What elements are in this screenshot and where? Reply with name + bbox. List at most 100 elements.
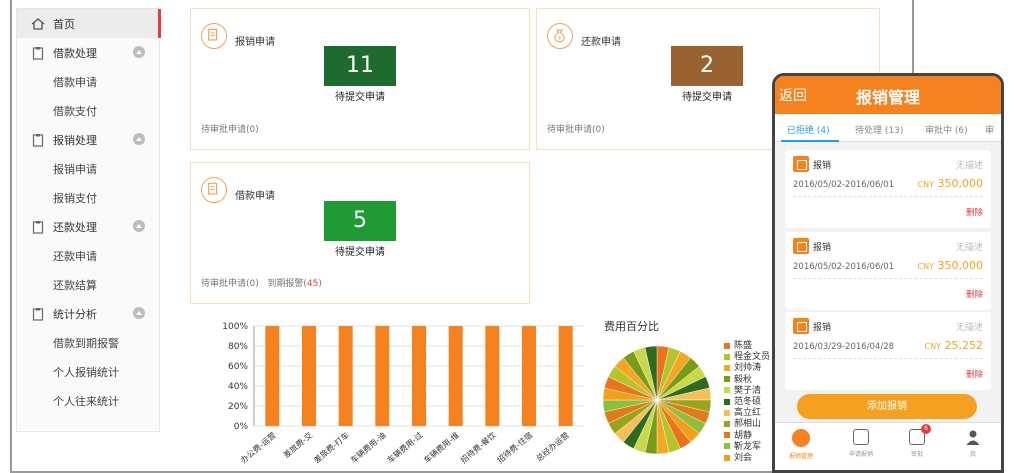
legend-swatch (724, 409, 730, 416)
card-title: 还款申请 (581, 37, 621, 48)
bar[interactable] (558, 326, 573, 426)
sidebar-item-loan-apply[interactable]: 借款申请 (17, 67, 159, 96)
delete-button[interactable]: 删除 (966, 368, 983, 380)
sidebar-group-repay[interactable]: 还款处理 (17, 212, 159, 241)
item-type: 报销 (813, 323, 832, 333)
sidebar-group-label: 借款处理 (53, 46, 97, 60)
reimburse-count-label: 待提交申请 (335, 92, 385, 103)
clipboard-icon (32, 220, 44, 234)
approve-icon: 6 (909, 424, 931, 445)
list-item[interactable]: 报销 无描述 2016/05/02-2016/06/01 CNY 350,000… (785, 232, 991, 310)
sidebar-item-repay-settle[interactable]: 还款结算 (17, 270, 159, 299)
due-alert-prefix: 到期报警( (267, 279, 307, 289)
list-item[interactable]: 报销 无描述 2016/03/29-2016/04/28 CNY 25,252 … (785, 312, 991, 390)
pie-chart-title: 费用百分比 (604, 320, 659, 333)
item-date: 2016/03/29-2016/04/28 (793, 342, 895, 352)
x-tick-label: 办公费-运营 (238, 430, 277, 465)
item-date: 2016/05/02-2016/06/01 (793, 262, 895, 272)
loan-pending[interactable]: 待审批申请(0) (201, 279, 259, 289)
x-tick-label: 车辆费用-维 (422, 430, 461, 465)
reimburse-card: 报销申请 11 待提交申请 待审批申请(0) (190, 8, 530, 150)
money-bag-icon: $ (547, 23, 573, 49)
clipboard-icon (32, 307, 44, 321)
sidebar-item-reimburse-apply[interactable]: 报销申请 (17, 154, 159, 183)
reimburse-pending[interactable]: 待审批申请(0) (201, 122, 259, 135)
nav-badge: 6 (921, 424, 931, 434)
due-alert-count: 45 (306, 279, 319, 289)
y-tick-label: 0% (234, 422, 249, 432)
collapse-icon[interactable] (133, 220, 145, 232)
loan-card: 借款申请 5 待提交申请 待审批申请(0) 到期报警(45) (190, 162, 530, 304)
loan-count[interactable]: 5 (324, 201, 396, 241)
repay-count[interactable]: 2 (671, 46, 743, 86)
tab-more[interactable]: 审 (985, 123, 994, 136)
sidebar-home-label: 首页 (53, 17, 75, 31)
x-tick-label: 总经办运营 (534, 430, 571, 463)
sidebar-group-label: 统计分析 (53, 307, 97, 321)
item-amount-value: 350,000 (937, 177, 984, 190)
item-desc: 无描述 (955, 161, 983, 171)
nav-apply[interactable]: 申请报销 (841, 429, 881, 458)
nav-me[interactable]: 我 (953, 429, 993, 458)
bar[interactable] (485, 326, 500, 426)
item-currency: CNY (917, 180, 934, 189)
collapse-icon[interactable] (133, 133, 145, 145)
bar[interactable] (375, 326, 390, 426)
document-icon (793, 156, 809, 172)
loan-due-alert[interactable]: 到期报警(45) (267, 279, 321, 289)
mobile-header: 返回 报销管理 (775, 76, 1001, 114)
sidebar-item-personal-reimburse-stats[interactable]: 个人报销统计 (17, 357, 159, 386)
collapse-icon[interactable] (133, 307, 145, 319)
bar[interactable] (412, 326, 426, 426)
active-tab-underline (781, 140, 839, 142)
legend-swatch (724, 420, 730, 427)
sidebar-item-loan-due-alert[interactable]: 借款到期报警 (17, 328, 159, 357)
delete-button[interactable]: 删除 (966, 288, 983, 300)
y-tick-label: 80% (228, 342, 248, 352)
item-amount: CNY 350,000 (918, 177, 983, 190)
item-amount: CNY 25,252 (925, 339, 983, 352)
mobile-app: 返回 报销管理 已拒绝 (4) 待处理 (13) 审批中 (6) 审 报销 无描… (772, 73, 1004, 473)
sidebar: 首页 借款处理 借款申请 借款支付 报销处理 报销申请 报销支付 还款处理 还款… (16, 8, 161, 432)
y-tick-label: 60% (228, 362, 248, 372)
x-tick-label: 车辆费用-过 (385, 430, 424, 465)
reimburse-manage-icon (792, 429, 810, 447)
legend-swatch (724, 342, 730, 349)
bar[interactable] (448, 326, 463, 426)
add-reimburse-button[interactable]: 添加报销 (797, 394, 977, 419)
x-tick-label: 差旅费-打车 (312, 430, 351, 465)
bar[interactable] (265, 326, 280, 426)
form-icon (853, 429, 869, 445)
bar[interactable] (522, 326, 536, 426)
tab-in-review[interactable]: 审批中 (6) (925, 123, 968, 136)
item-amount: CNY 350,000 (918, 259, 983, 272)
sidebar-item-repay-apply[interactable]: 还款申请 (17, 241, 159, 270)
tab-rejected[interactable]: 已拒绝 (4) (787, 123, 830, 136)
sidebar-item-home[interactable]: 首页 (17, 9, 161, 38)
collapse-icon[interactable] (133, 46, 145, 58)
bar-chart: 0%20%40%60%80%100%办公费-运营 差旅费-交差旅费-打车车辆费用-… (222, 322, 584, 465)
repay-count-label: 待提交申请 (682, 92, 732, 103)
user-icon (966, 430, 980, 445)
document-icon (793, 238, 809, 254)
sidebar-group-reimburse[interactable]: 报销处理 (17, 125, 159, 154)
nav-label: 申请报销 (848, 451, 873, 458)
nav-label: 我 (969, 451, 976, 458)
list-item[interactable]: 报销 无描述 2016/05/02-2016/06/01 CNY 350,000… (785, 150, 991, 228)
legend-swatch (724, 364, 730, 371)
sidebar-group-loan[interactable]: 借款处理 (17, 38, 159, 67)
sidebar-item-reimburse-pay[interactable]: 报销支付 (17, 183, 159, 212)
bar[interactable] (338, 326, 353, 426)
bar[interactable] (302, 326, 316, 426)
sidebar-item-loan-pay[interactable]: 借款支付 (17, 96, 159, 125)
delete-button[interactable]: 删除 (966, 206, 983, 218)
repay-pending[interactable]: 待审批申请(0) (547, 122, 605, 135)
nav-approve[interactable]: 6 审批 (897, 424, 937, 458)
nav-reimburse-manage[interactable]: 报销管理 (781, 429, 821, 460)
legend-swatch (724, 454, 730, 461)
tab-pending[interactable]: 待处理 (13) (855, 123, 903, 136)
card-title: 借款申请 (235, 191, 275, 202)
reimburse-count[interactable]: 11 (324, 46, 396, 86)
sidebar-item-personal-account-stats[interactable]: 个人往来统计 (17, 386, 159, 415)
sidebar-group-stats[interactable]: 统计分析 (17, 299, 159, 328)
